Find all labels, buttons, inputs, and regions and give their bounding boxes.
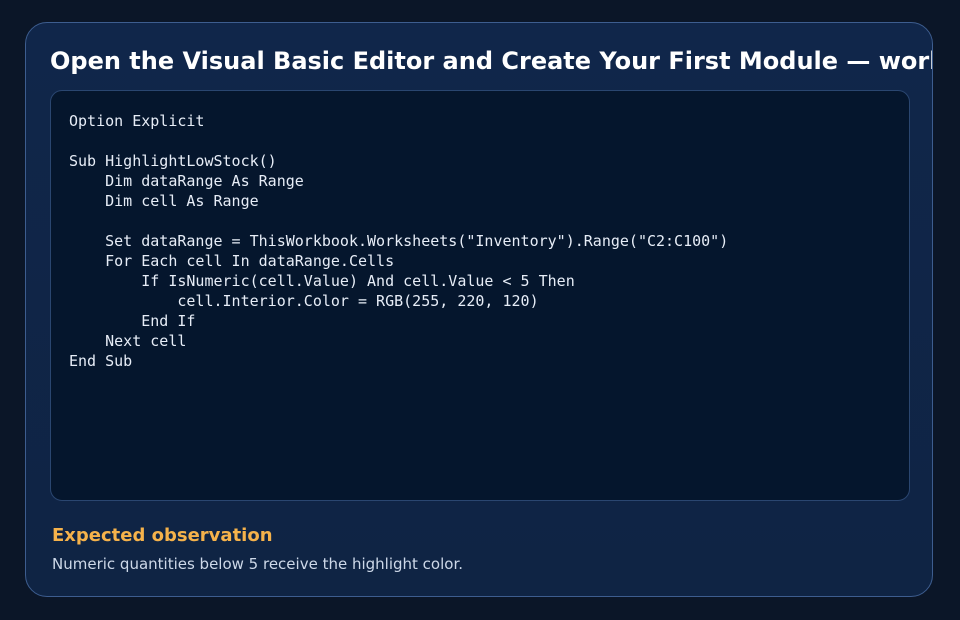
observation-heading: Expected observation bbox=[52, 525, 273, 546]
example-card: Open the Visual Basic Editor and Create … bbox=[25, 22, 933, 597]
code-text[interactable]: Option Explicit Sub HighlightLowStock() … bbox=[69, 111, 891, 371]
observation-text: Numeric quantities below 5 receive the h… bbox=[52, 555, 464, 573]
code-block[interactable]: Option Explicit Sub HighlightLowStock() … bbox=[50, 90, 910, 501]
page-title: Open the Visual Basic Editor and Create … bbox=[50, 47, 932, 75]
